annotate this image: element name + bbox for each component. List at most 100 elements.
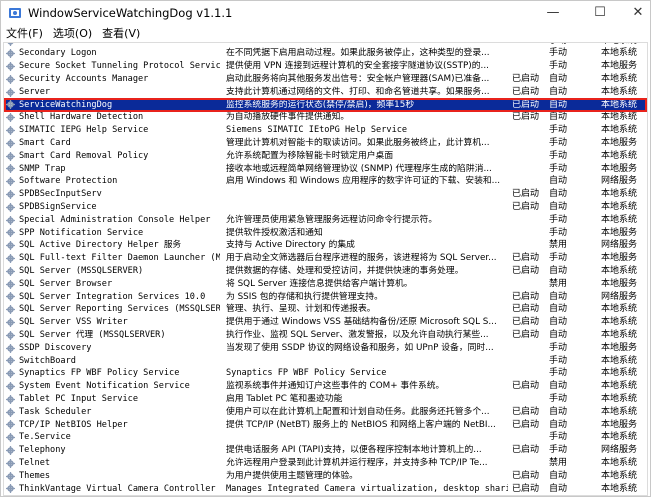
gear-icon xyxy=(6,100,15,110)
menu-view[interactable]: 查看(V) xyxy=(97,25,145,42)
service-row[interactable]: SQL Server Reporting Services (MSSQLSERV… xyxy=(4,303,647,316)
service-description: 提供 TCP/IP (NetBT) 服务上的 NetBIOS 和网络上客户端的 … xyxy=(226,419,496,430)
service-status: 已启动 xyxy=(512,304,540,315)
service-row[interactable]: Secondary Logon 在不同凭据下启用启动过程。如果此服务被停止，这种类… xyxy=(4,47,647,60)
service-name: Smart Card Removal Policy xyxy=(19,150,149,161)
service-description: 提供用于通过 Windows VSS 基础结构备份/还原 Microsoft S… xyxy=(226,317,497,328)
service-name-cell: SQL Full-text Filter Daemon Launcher (MS… xyxy=(6,252,220,265)
service-status: 已启动 xyxy=(512,74,540,84)
service-row[interactable]: SSDP Discovery 当发现了使用 SSDP 协议的网络设备和服务，如 U… xyxy=(4,342,647,355)
service-name: Task Scheduler xyxy=(19,406,92,417)
service-description: Manages Integrated Camera virtualization… xyxy=(226,483,508,494)
service-start-type: 自动 xyxy=(549,470,568,481)
service-description: 执行作业、监视 SQL Server、激发警报，以及允许自动执行某些... xyxy=(226,330,489,340)
close-button[interactable]: ✕ xyxy=(619,1,651,23)
gear-icon xyxy=(6,177,15,187)
service-row[interactable]: System Event Notification Service 监视系统事件并… xyxy=(4,380,647,393)
service-row[interactable]: Task Scheduler 使用户可以在此计算机上配置和计划自动任务。此服务还托… xyxy=(4,406,647,419)
service-start-type: 自动 xyxy=(549,202,568,212)
service-row[interactable]: Telnet 允许远程用户登录到此计算机并运行程序，并支持多种 TCP/IP Te… xyxy=(4,457,647,470)
gear-icon xyxy=(6,394,15,404)
service-status: 已启动 xyxy=(512,189,540,200)
service-row[interactable]: SQL Active Directory Helper 服务 支持与 Active… xyxy=(4,239,647,252)
service-row[interactable]: SQL Server (MSSQLSERVER) 提供数据的存储、处理和受控访问，… xyxy=(4,265,647,278)
service-row[interactable]: Tablet PC Input Service 启用 Tablet PC 笔和墨迹… xyxy=(4,393,647,406)
service-row[interactable]: Smart Card Removal Policy 允许系统配置为移除智能卡时锁定… xyxy=(4,150,647,163)
service-start-type: 手动 xyxy=(549,163,568,174)
service-name-cell: ThinkVantage Virtual Camera Controller xyxy=(6,483,220,495)
service-row[interactable]: SQL Server Integration Services 10.0 为 SS… xyxy=(4,291,647,304)
service-name-cell: Task Scheduler xyxy=(6,406,220,419)
service-row[interactable]: SNMP Trap 接收本地或远程简单网络管理协议 (SNMP) 代理程序生成的陷… xyxy=(4,163,647,176)
gear-icon xyxy=(6,113,15,123)
service-row[interactable]: SPP Notification Service 提供软件授权激活和通知 手动 本地服… xyxy=(4,227,647,240)
service-description: 使用户可以在此计算机上配置和计划自动任务。此服务还托管多个... xyxy=(226,406,490,417)
minimize-button[interactable]: — xyxy=(534,1,572,23)
service-start-type: 自动 xyxy=(549,112,568,123)
service-name: Te.Service xyxy=(19,432,71,443)
service-account: 本地服务 xyxy=(601,61,638,72)
service-name-cell: Telephony xyxy=(6,444,220,457)
service-description: 为 SSIS 包的存储和执行提供管理支持。 xyxy=(226,291,383,302)
service-name-cell: SQL Active Directory Helper 服务 xyxy=(6,239,220,252)
service-row[interactable]: Secure Socket Tunneling Protocol Service… xyxy=(4,60,647,73)
service-name: Secondary Logon xyxy=(19,48,97,59)
service-start-type: 自动 xyxy=(549,99,568,110)
service-description: 在不同凭据下启用启动过程。如果此服务被停止，这种类型的登录... xyxy=(226,48,490,59)
service-row[interactable]: SPDBSecInputServ 已启动 自动 本地系统 xyxy=(4,188,647,201)
service-description: 允许系统配置为移除智能卡时锁定用户桌面 xyxy=(226,150,394,161)
gear-icon xyxy=(6,49,15,59)
service-row[interactable]: Synaptics FP WBF Policy Service Synaptics… xyxy=(4,367,647,380)
service-row[interactable]: SPDBSignService 已启动 自动 本地系统 xyxy=(4,201,647,214)
service-row[interactable]: Themes 为用户提供使用主题管理的体验。 已启动 自动 本地系统 xyxy=(4,470,647,483)
gear-icon xyxy=(6,151,15,161)
maximize-button[interactable]: ☐ xyxy=(581,1,619,23)
service-row[interactable]: SQL Server Browser 将 SQL Server 连接信息提供给客户… xyxy=(4,278,647,291)
service-row[interactable]: TCP/IP NetBIOS Helper 提供 TCP/IP (NetBT) 服… xyxy=(4,419,647,432)
service-start-type: 自动 xyxy=(549,291,568,302)
service-start-type: 自动 xyxy=(549,304,568,315)
menu-options[interactable]: 选项(O) xyxy=(48,25,97,42)
service-start-type: 手动 xyxy=(549,445,568,456)
service-row[interactable]: ThinkVantage Virtual Camera Controller Ma… xyxy=(4,483,647,495)
service-row[interactable]: SwitchBoard 手动 本地系统 xyxy=(4,355,647,368)
service-row[interactable]: Software Protection 启用 Windows 和 Windows … xyxy=(4,175,647,188)
service-account: 本地系统 xyxy=(601,394,638,404)
maximize-icon: ☐ xyxy=(594,4,606,20)
service-status: 已启动 xyxy=(512,381,540,392)
service-row[interactable]: SQL Server VSS Writer 提供用于通过 Windows VSS … xyxy=(4,316,647,329)
menu-file[interactable]: 文件(F) xyxy=(1,25,48,42)
title-bar[interactable]: WindowServiceWatchingDog v1.1.1 — ☐ ✕ xyxy=(1,1,650,25)
gear-icon xyxy=(6,62,15,72)
service-name-cell: Secondary Logon xyxy=(6,47,220,60)
service-row[interactable]: Server 支持此计算机通过网络的文件、打印、和命名管道共享。如果服务... 已启… xyxy=(4,86,647,99)
service-row[interactable]: SIMATIC IEPG Help Service Siemens SIMATIC… xyxy=(4,124,647,137)
service-name-cell: Server xyxy=(6,86,220,99)
service-start-type: 自动 xyxy=(549,189,568,200)
service-row[interactable]: Shell Hardware Detection 为自动播放硬件事件提供通知。 已启… xyxy=(4,111,647,124)
service-list[interactable]: S7TraceServiceXSiemens SIMATIC Common Tr… xyxy=(3,42,648,496)
service-name-cell: Te.Service xyxy=(6,431,220,444)
service-description: 监视系统事件并通知订户这些事件的 COM+ 事件系统。 xyxy=(226,381,445,392)
service-name-cell: SNMP Trap xyxy=(6,163,220,176)
gear-icon xyxy=(7,43,14,46)
service-name: SPP Notification Service xyxy=(19,227,144,238)
service-start-type: 禁用 xyxy=(549,278,568,289)
service-name-cell: Smart Card Removal Policy xyxy=(6,150,220,163)
service-row-selected[interactable]: ServiceWatchingDog 监控系统服务的运行状态(禁停/禁启)，频率1… xyxy=(4,98,647,112)
service-row[interactable]: Smart Card 管理此计算机对智能卡的取读访问。如果此服务被终止，此计算机.… xyxy=(4,137,647,150)
gear-icon xyxy=(6,241,15,251)
service-description: 管理此计算机对智能卡的取读访问。如果此服务被终止，此计算机... xyxy=(226,138,490,148)
service-name: TCP/IP NetBIOS Helper xyxy=(19,419,128,430)
service-row[interactable]: SQL Full-text Filter Daemon Launcher (MS… xyxy=(4,252,647,265)
service-name: Telnet xyxy=(19,458,51,468)
service-row[interactable]: Te.Service 手动 本地系统 xyxy=(4,431,647,444)
service-name-cell: System Event Notification Service xyxy=(6,380,220,393)
service-row[interactable]: SQL Server 代理 (MSSQLSERVER) 执行作业、监视 SQL S… xyxy=(4,329,647,342)
service-description: 启动此服务将向其他服务发出信号：安全帐户管理器(SAM)已准备... xyxy=(226,74,490,84)
service-status: 已启动 xyxy=(512,291,540,302)
gear-icon xyxy=(6,382,15,392)
service-row[interactable]: Telephony 提供电话服务 API (TAPI)支持，以便各程序控制本地计算… xyxy=(4,444,647,457)
service-row[interactable]: Security Accounts Manager 启动此服务将向其他服务发出信号… xyxy=(4,73,647,86)
service-row[interactable]: Special Administration Console Helper 允许管… xyxy=(4,214,647,227)
